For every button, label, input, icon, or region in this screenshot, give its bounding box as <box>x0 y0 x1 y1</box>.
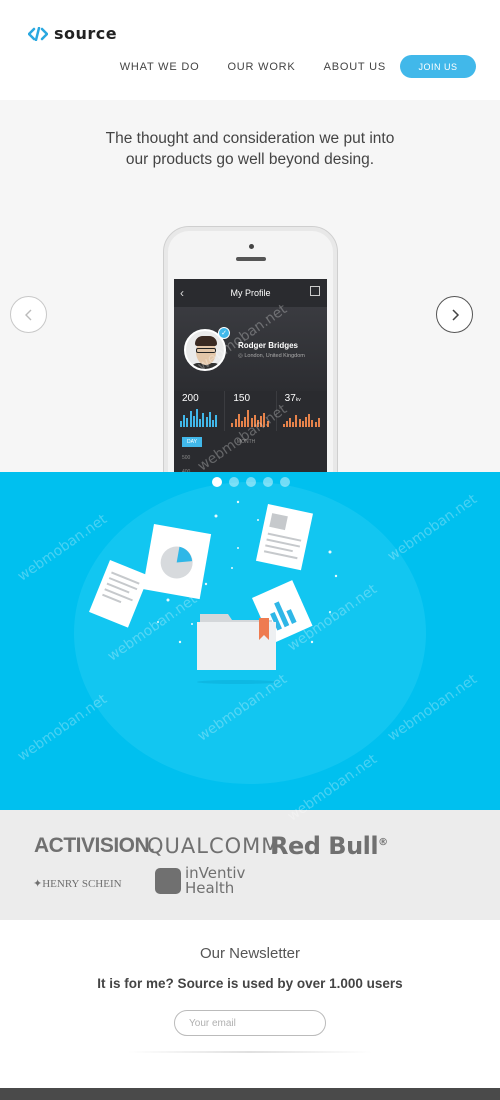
brand-redbull-logo: Red Bull® <box>270 832 388 860</box>
mini-bar <box>231 423 234 427</box>
footer-strip <box>0 1088 500 1100</box>
slider-dot[interactable] <box>280 477 290 487</box>
join-us-button[interactable]: JOIN US <box>400 55 476 78</box>
profile-location: ◎ London, United Kingdom <box>238 353 305 359</box>
mini-bar <box>244 417 247 427</box>
stat-bars <box>282 407 321 427</box>
tab-month[interactable]: MONTH <box>232 437 260 447</box>
slider-dot[interactable] <box>212 477 222 487</box>
slider-dot[interactable] <box>263 477 273 487</box>
mini-bar <box>308 414 311 427</box>
mini-bar <box>199 419 202 427</box>
nav-our-work[interactable]: OUR WORK <box>227 61 295 73</box>
mini-bar <box>215 415 218 427</box>
brand-henry-schein-logo: ✦HENRY SCHEIN <box>33 878 122 890</box>
site-logo[interactable]: source <box>28 24 117 43</box>
feature-section <box>0 472 500 810</box>
mini-bar <box>183 415 186 427</box>
email-field[interactable] <box>174 1010 326 1036</box>
stat-1: 200 <box>174 391 226 431</box>
newsletter-subtitle: It is for me? Source is used by over 1.0… <box>97 976 403 991</box>
mini-bar <box>212 420 214 427</box>
slider-prev-button[interactable] <box>10 296 47 333</box>
stat-value: 37kv <box>284 393 301 404</box>
stat-value: 150 <box>233 393 251 404</box>
brand-activision-logo: ACTIVISION. <box>34 834 155 857</box>
phone-screen: ‹ My Profile ✓ Rodger Bridges ◎ London, … <box>174 279 327 472</box>
share-icon <box>310 286 320 296</box>
back-icon: ‹ <box>180 286 184 300</box>
hero-section: The thought and consideration we put int… <box>0 100 500 472</box>
nav-what-we-do[interactable]: WHAT WE DO <box>120 61 200 73</box>
axis-label: 500 <box>182 455 191 461</box>
chevron-left-icon <box>24 309 31 320</box>
brand-inventiv-logo: inVentiv Health <box>185 864 246 897</box>
mini-bar <box>298 419 301 427</box>
mini-bar <box>317 418 320 427</box>
main-nav: WHAT WE DO OUR WORK ABOUT US JOIN US <box>120 55 476 78</box>
mini-bar <box>263 413 266 427</box>
hero-title: The thought and consideration we put int… <box>105 130 395 168</box>
newsletter-divider <box>128 1051 372 1053</box>
mini-bar <box>253 415 256 427</box>
logo-text: source <box>54 24 118 43</box>
site-header: source WHAT WE DO OUR WORK ABOUT US JOIN… <box>0 0 500 100</box>
tab-day[interactable]: DAY <box>182 437 202 447</box>
profile-name: Rodger Bridges <box>238 341 299 350</box>
app-header: ‹ My Profile <box>174 279 327 307</box>
mini-bar <box>208 412 211 427</box>
stat-bars <box>231 407 269 427</box>
stat-value: 200 <box>182 393 199 404</box>
profile-card: ✓ Rodger Bridges ◎ London, United Kingdo… <box>174 307 327 391</box>
mini-bar <box>202 413 205 427</box>
inventiv-icon <box>155 868 181 894</box>
mini-bar <box>234 419 237 427</box>
slider-dot[interactable] <box>246 477 256 487</box>
mini-bar <box>250 418 253 427</box>
stat-bars <box>180 407 218 427</box>
chevron-right-icon <box>451 308 459 321</box>
mini-bar <box>289 418 292 427</box>
mini-bar <box>240 421 243 427</box>
mini-bar <box>311 420 314 427</box>
check-icon: ✓ <box>218 327 230 339</box>
stat-2: 150 <box>225 391 277 431</box>
mini-bar <box>196 409 198 427</box>
mini-bar <box>285 421 288 427</box>
brands-section: ACTIVISION. QUALCOMM Red Bull® ✦HENRY SC… <box>0 810 500 920</box>
mini-bar <box>180 421 182 427</box>
mini-bar <box>256 420 259 427</box>
mini-bar <box>186 418 189 427</box>
mini-bar <box>314 422 317 427</box>
mini-bar <box>205 417 208 427</box>
period-tabs: DAY MONTH <box>182 437 260 447</box>
brand-qualcomm-logo: QUALCOMM <box>147 834 281 858</box>
slider-next-button[interactable] <box>436 296 473 333</box>
mini-bar <box>247 410 250 427</box>
newsletter-title: Our Newsletter <box>199 945 301 962</box>
app-title: My Profile <box>230 288 271 298</box>
code-brackets-icon <box>28 26 48 41</box>
phone-camera <box>249 244 254 249</box>
folder-documents-icon <box>89 500 338 684</box>
mini-bar <box>292 422 295 427</box>
newsletter-section: Our Newsletter It is for me? Source is u… <box>0 920 500 1088</box>
stats-row: 200 150 37kv <box>174 391 327 431</box>
mini-bar <box>305 417 308 427</box>
mini-bar <box>295 415 298 427</box>
mini-bar <box>282 424 285 427</box>
nav-about-us[interactable]: ABOUT US <box>324 61 386 73</box>
mini-bar <box>237 414 240 427</box>
phone-mockup: ‹ My Profile ✓ Rodger Bridges ◎ London, … <box>163 226 338 472</box>
mini-bar <box>192 416 195 427</box>
phone-speaker <box>236 257 266 261</box>
mini-bar <box>301 421 304 427</box>
slider-dots <box>212 477 290 487</box>
slider-dot[interactable] <box>229 477 239 487</box>
stat-3: 37kv <box>277 391 327 431</box>
mini-bar <box>189 411 192 427</box>
mini-bar <box>260 416 263 427</box>
mini-bar <box>266 421 269 427</box>
